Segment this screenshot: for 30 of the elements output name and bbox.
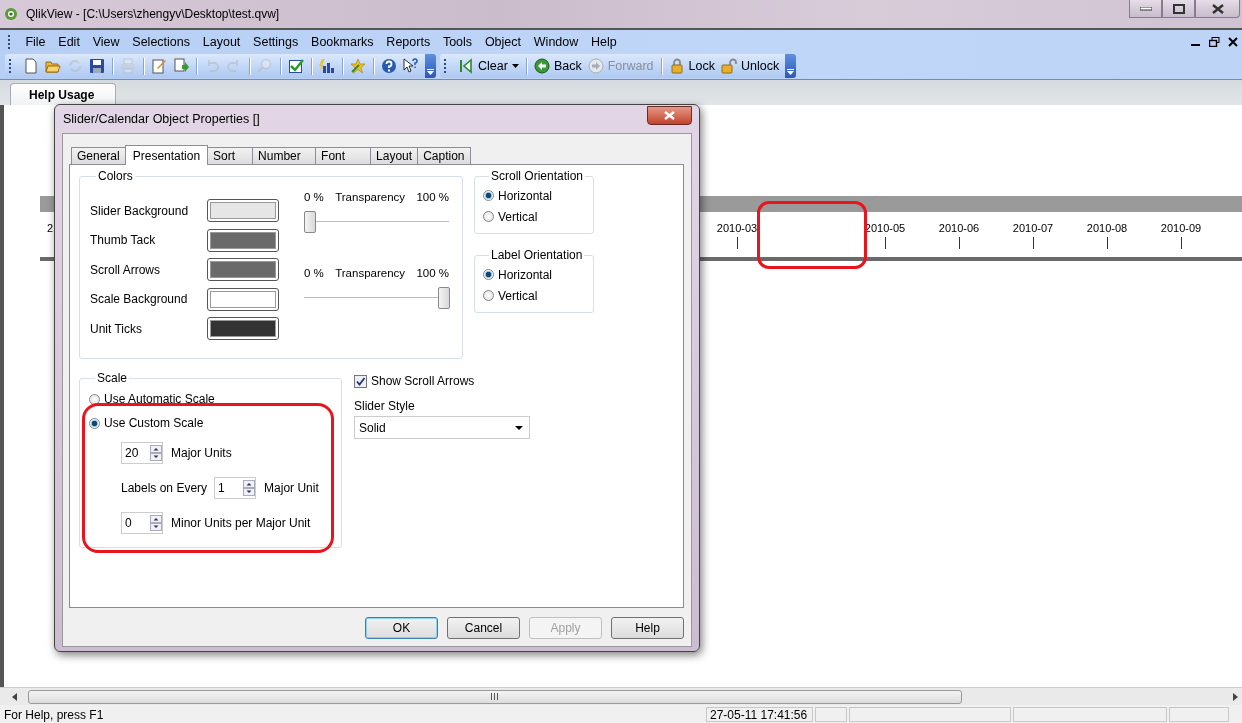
field-label: Minor Units per Major Unit	[171, 515, 311, 530]
scale-label: 2	[46, 222, 55, 235]
group-title: Colors	[97, 169, 134, 183]
scale-label: 2010-09	[1160, 222, 1202, 235]
field-label: Major Units	[171, 445, 232, 460]
slider-max-label: 100 %	[416, 191, 449, 205]
group-title: Scroll Orientation	[490, 169, 585, 183]
slider-max-label: 100 %	[416, 267, 449, 281]
group-title: Label Orientation	[490, 248, 584, 262]
scale-label: 2010-07	[1012, 222, 1054, 235]
color-label: Thumb Tack	[90, 233, 157, 248]
status-text: For Help, press F1	[4, 707, 105, 722]
color-label: Scroll Arrows	[90, 262, 161, 277]
color-label: Slider Background	[90, 203, 190, 218]
window-title: QlikView - [C:\Users\zhengyv\Desktop\test.qvw]	[26, 7, 280, 21]
slider-min-label: 0 %	[304, 191, 324, 205]
scale-label: 2010-03	[716, 222, 758, 235]
color-label: Unit Ticks	[90, 321, 143, 336]
status-datetime: 27-05-11 17:41:56	[706, 707, 813, 722]
scale-label: 2010-06	[938, 222, 980, 235]
field-label: Labels on Every	[121, 480, 208, 495]
slider-title: Transparency	[335, 267, 406, 281]
dialog-title: Slider/Calendar Object Properties []	[63, 112, 260, 126]
field-label: Slider Style	[354, 399, 416, 413]
slider-min-label: 0 %	[304, 267, 324, 281]
group-title: Scale	[96, 371, 129, 385]
field-label: Major Unit	[264, 480, 319, 495]
slider-title: Transparency	[335, 191, 406, 205]
scale-label: 2010-08	[1086, 222, 1128, 235]
color-label: Scale Background	[90, 292, 189, 307]
